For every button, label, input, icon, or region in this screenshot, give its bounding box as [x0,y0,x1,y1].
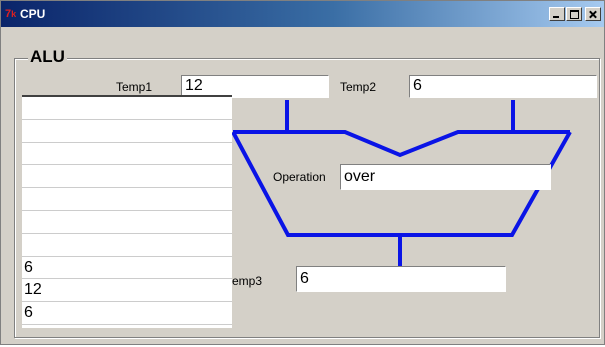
operation-label: Operation [270,166,329,188]
stack-slot [22,188,232,211]
temp3-field[interactable]: 6 [296,266,506,292]
stack-slot: 6 [22,302,232,325]
stack-slot [22,120,232,143]
stack-slot [22,211,232,234]
temp3-label: emp3 [232,270,263,292]
stack-slot [22,234,232,257]
stack-slot: 12 [22,279,232,303]
stack-list: 6 12 6 [22,95,232,328]
stack-slot [22,165,232,189]
temp2-field[interactable]: 6 [409,75,597,98]
stack-slot: 6 [22,257,232,280]
temp2-label: Temp2 [340,76,377,98]
stack-slot [22,97,232,120]
alu-shape-top [233,130,570,158]
operation-field[interactable]: over [340,164,551,190]
stack-slot [22,143,232,166]
